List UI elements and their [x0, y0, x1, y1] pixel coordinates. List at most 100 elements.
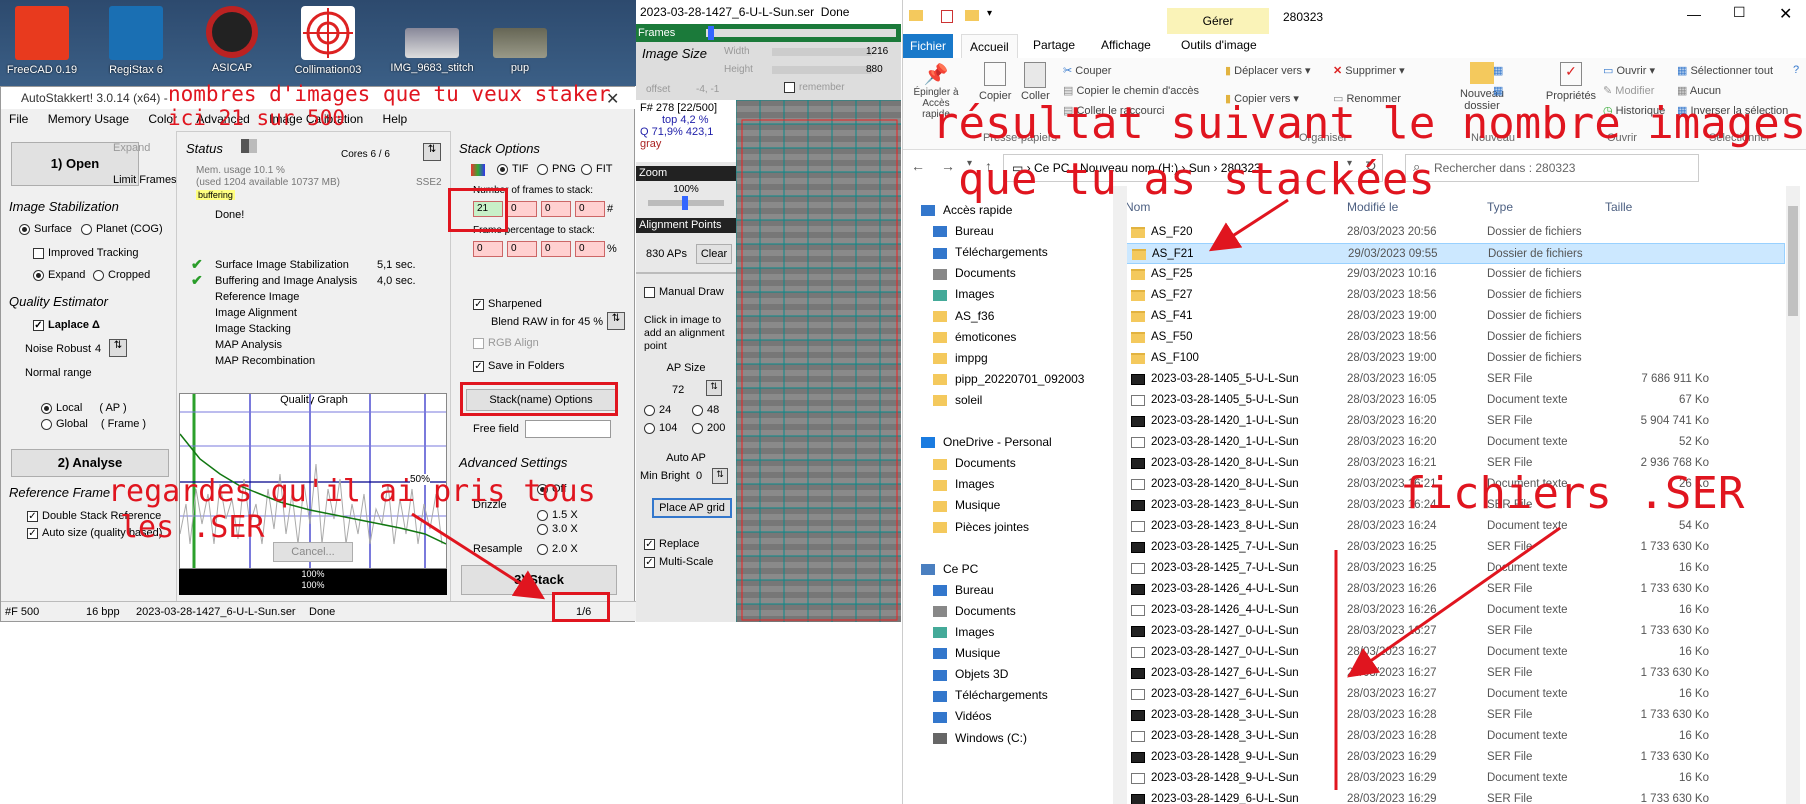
new-item-icon[interactable]: ▦: [1493, 64, 1503, 77]
desktop-icon-pup[interactable]: pup: [478, 6, 562, 74]
file-row[interactable]: 2023-03-28-1405_5-U-L-Sun 28/03/2023 16:0…: [1125, 390, 1785, 411]
file-row[interactable]: 2023-03-28-1423_8-U-L-Sun 28/03/2023 16:2…: [1125, 516, 1785, 537]
column-header-type[interactable]: Type: [1487, 196, 1513, 218]
tab-affichage[interactable]: Affichage: [1101, 38, 1151, 52]
nav-item[interactable]: Images: [933, 474, 994, 495]
pct-input-4[interactable]: 0: [575, 241, 605, 257]
spinner-icon[interactable]: ⇅: [423, 143, 441, 161]
pct-input-1[interactable]: 0: [473, 241, 503, 257]
nav-scrollbar[interactable]: [1113, 186, 1127, 804]
minimize-icon[interactable]: —: [1687, 6, 1701, 22]
slider-thumb[interactable]: [708, 26, 714, 40]
file-row[interactable]: AS_F21 29/03/2023 09:55 Dossier de fichier…: [1125, 243, 1785, 264]
nav-item[interactable]: Téléchargements: [933, 685, 1048, 706]
desktop-icon-asicap[interactable]: ASICAP: [190, 6, 274, 74]
surface-radio[interactable]: Surface: [19, 223, 72, 235]
global-radio[interactable]: Global ( Frame ): [41, 418, 146, 430]
nav-item[interactable]: pipp_20220701_092003: [933, 369, 1084, 390]
new-folder-icon[interactable]: [965, 10, 979, 21]
back-icon[interactable]: ←: [911, 158, 925, 174]
nav-item[interactable]: Images: [933, 284, 994, 305]
rgb-align-checkbox[interactable]: RGB Align: [473, 337, 539, 349]
nav-item[interactable]: soleil: [933, 390, 982, 411]
file-row[interactable]: 2023-03-28-1428_9-U-L-Sun 28/03/2023 16:2…: [1125, 768, 1785, 789]
local-radio[interactable]: Local ( AP ): [41, 402, 127, 414]
ap-24-radio[interactable]: 24: [644, 404, 671, 416]
frames-slider-bar[interactable]: Frames: [636, 24, 901, 42]
expand-radio[interactable]: Expand: [33, 269, 85, 281]
nav-item[interactable]: Ce PC: [921, 559, 978, 580]
tif-radio[interactable]: TIF: [497, 163, 529, 175]
file-row[interactable]: 2023-03-28-1427_6-U-L-Sun 28/03/2023 16:2…: [1125, 684, 1785, 705]
slider-thumb[interactable]: [682, 196, 688, 210]
nav-item[interactable]: imppg: [933, 348, 988, 369]
fit-radio[interactable]: FIT: [581, 163, 613, 175]
file-row[interactable]: 2023-03-28-1427_0-U-L-Sun 28/03/2023 16:2…: [1125, 642, 1785, 663]
file-row[interactable]: AS_F27 28/03/2023 18:56 Dossier de fichier…: [1125, 285, 1785, 306]
easy-access-icon[interactable]: ▦: [1493, 84, 1503, 97]
cut-button[interactable]: ✂ Couper: [1063, 64, 1111, 77]
png-radio[interactable]: PNG: [537, 163, 576, 175]
menu-file[interactable]: File: [9, 112, 28, 126]
tab-outils-image[interactable]: Outils d'image: [1181, 38, 1257, 52]
file-row[interactable]: 2023-03-28-1427_6-U-L-Sun 28/03/2023 16:2…: [1125, 663, 1785, 684]
nav-item[interactable]: Objets 3D: [933, 664, 1008, 685]
move-to-button[interactable]: ▮ Déplacer vers ▾: [1225, 64, 1311, 77]
frames-input-2[interactable]: 0: [507, 201, 537, 217]
properties-button[interactable]: ✓ Propriétés: [1543, 62, 1599, 102]
nav-item[interactable]: AS_f36: [933, 306, 994, 327]
analyse-button[interactable]: 2) Analyse: [11, 449, 169, 477]
file-row[interactable]: 2023-03-28-1428_9-U-L-Sun 28/03/2023 16:2…: [1125, 747, 1785, 768]
forward-icon[interactable]: →: [941, 158, 955, 174]
desktop-icon-img-stitch[interactable]: IMG_9683_stitch: [382, 6, 482, 74]
spinner-icon[interactable]: ⇅: [706, 380, 722, 396]
delete-button[interactable]: ✕ Supprimer ▾: [1333, 64, 1405, 77]
file-row[interactable]: 2023-03-28-1405_5-U-L-Sun 28/03/2023 16:0…: [1125, 369, 1785, 390]
resample-radio[interactable]: 2.0 X: [537, 543, 578, 555]
desktop-icon-collimation[interactable]: Collimation03: [286, 6, 370, 76]
file-row[interactable]: AS_F100 28/03/2023 19:00 Dossier de fichie…: [1125, 348, 1785, 369]
free-field-input[interactable]: [525, 420, 611, 438]
open-button[interactable]: ▭ Ouvrir ▾: [1603, 64, 1655, 77]
height-slider[interactable]: [772, 66, 872, 74]
nav-item[interactable]: Windows (C:): [933, 728, 1027, 749]
nav-item[interactable]: OneDrive - Personal: [921, 432, 1052, 453]
limit-frames-label[interactable]: Limit Frames: [113, 174, 177, 186]
file-row[interactable]: 2023-03-28-1428_3-U-L-Sun 28/03/2023 16:2…: [1125, 726, 1785, 747]
file-row[interactable]: 2023-03-28-1426_4-U-L-Sun 28/03/2023 16:2…: [1125, 579, 1785, 600]
nav-item[interactable]: Documents: [933, 601, 1016, 622]
sun-image-with-ap-grid[interactable]: [736, 100, 901, 622]
select-none-button[interactable]: ▦ Aucun: [1677, 84, 1721, 97]
replace-checkbox[interactable]: ✓ Replace: [644, 538, 699, 550]
remember-checkbox[interactable]: remember: [784, 82, 845, 93]
search-input[interactable]: Rechercher dans : 280323: [1405, 154, 1699, 182]
nav-item[interactable]: émoticones: [933, 327, 1016, 348]
laplace-checkbox[interactable]: ✓ Laplace Δ: [33, 319, 100, 331]
cropped-radio[interactable]: Cropped: [93, 269, 150, 281]
zoom-slider[interactable]: [648, 196, 724, 210]
sharpened-checkbox[interactable]: ✓ Sharpened: [473, 298, 542, 310]
stack-button[interactable]: 3) Stack: [461, 565, 617, 595]
improved-tracking-checkbox[interactable]: Improved Tracking: [33, 247, 138, 259]
file-row[interactable]: 2023-03-28-1420_1-U-L-Sun 28/03/2023 16:2…: [1125, 432, 1785, 453]
cancel-button[interactable]: Cancel...: [273, 542, 353, 562]
pct-input-2[interactable]: 0: [507, 241, 537, 257]
clear-button[interactable]: Clear: [696, 244, 732, 264]
copy-path-button[interactable]: ▤ Copier le chemin d'accès: [1063, 84, 1199, 97]
tab-fichier[interactable]: Fichier: [903, 34, 953, 58]
select-all-button[interactable]: ▦ Sélectionner tout: [1677, 64, 1773, 77]
nav-item[interactable]: Musique: [933, 643, 1000, 664]
file-row[interactable]: 2023-03-28-1425_7-U-L-Sun 28/03/2023 16:2…: [1125, 558, 1785, 579]
file-row[interactable]: AS_F20 28/03/2023 20:56 Dossier de fichier…: [1125, 222, 1785, 243]
spinner-icon[interactable]: ⇅: [607, 312, 625, 330]
file-row[interactable]: 2023-03-28-1429_6-U-L-Sun 28/03/2023 16:2…: [1125, 789, 1785, 804]
place-ap-grid-button[interactable]: Place AP grid: [652, 498, 732, 518]
copy-button[interactable]: Copier: [979, 62, 1011, 102]
nav-item[interactable]: Pièces jointes: [933, 517, 1029, 538]
save-folders-checkbox[interactable]: ✓ Save in Folders: [473, 360, 564, 372]
ap-48-radio[interactable]: 48: [692, 404, 719, 416]
file-row[interactable]: 2023-03-28-1428_3-U-L-Sun 28/03/2023 16:2…: [1125, 705, 1785, 726]
desktop-icon-registax[interactable]: RegiStax 6: [94, 6, 178, 76]
file-row[interactable]: AS_F25 29/03/2023 10:16 Dossier de fichier…: [1125, 264, 1785, 285]
nav-item[interactable]: Documents: [933, 263, 1016, 284]
